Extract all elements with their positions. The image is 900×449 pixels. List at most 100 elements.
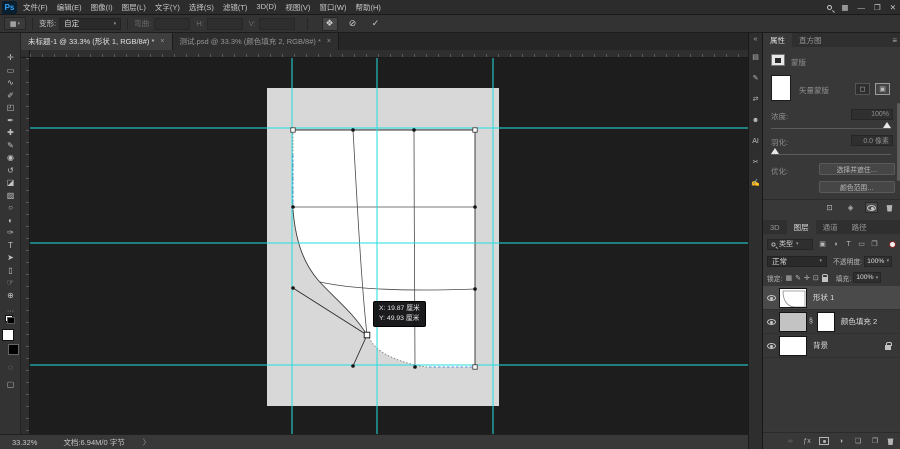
color-range-button[interactable]: 颜色范围…	[819, 181, 895, 193]
commit-transform-button[interactable]: ✓	[368, 17, 384, 31]
add-layer-mask-icon[interactable]	[819, 437, 829, 445]
link-layers-icon[interactable]: ∞	[785, 438, 795, 445]
gradient-tool[interactable]: ▨	[2, 190, 19, 203]
layer-name[interactable]: 颜色填充 2	[841, 316, 877, 327]
lasso-tool[interactable]: ∿	[2, 77, 19, 90]
brush-tool[interactable]: ✎	[2, 140, 19, 153]
minimize-button[interactable]: —	[857, 3, 865, 12]
layer-effects-icon[interactable]: ƒx	[802, 438, 812, 445]
menu-item[interactable]: 窗口(W)	[319, 2, 346, 13]
canvas[interactable]	[21, 50, 748, 434]
menu-item[interactable]: 视图(V)	[285, 2, 310, 13]
layer-filter-toggle[interactable]	[889, 240, 896, 248]
clone-stamp-tool[interactable]: ◉	[2, 152, 19, 165]
eraser-tool[interactable]: ◪	[2, 177, 19, 190]
mask-link-icon[interactable]: §	[809, 318, 813, 325]
menu-item[interactable]: 帮助(H)	[356, 2, 381, 13]
screen-mode-button[interactable]: ▢	[7, 380, 15, 389]
quick-selection-tool[interactable]: ✐	[2, 90, 19, 103]
tab-3D[interactable]: 3D	[763, 220, 787, 234]
layer-row-color-fill-2[interactable]: § 颜色填充 2	[763, 310, 900, 334]
layer-thumbnail[interactable]	[779, 287, 807, 308]
feather-slider[interactable]	[771, 148, 891, 155]
menu-item[interactable]: 编辑(E)	[57, 2, 82, 13]
vector-mask-thumbnail[interactable]	[771, 75, 791, 101]
feather-slider-knob[interactable]	[771, 148, 779, 154]
ruler-origin-box[interactable]	[21, 50, 30, 58]
expand-panels-icon[interactable]: «	[754, 36, 758, 43]
path-selection-tool[interactable]: ➤	[2, 252, 19, 265]
document-tab-test-psd[interactable]: 测试.psd @ 33.3% (颜色填充 2, RGB/8#) * ×	[172, 33, 339, 50]
new-layer-icon[interactable]: ❐	[870, 437, 880, 445]
menu-item[interactable]: 选择(S)	[189, 2, 214, 13]
tab-histogram[interactable]: 直方图	[792, 33, 829, 47]
select-and-mask-button[interactable]: 选择并遮住…	[819, 163, 895, 175]
layer-name[interactable]: 背景	[813, 340, 828, 351]
filter-shape-layers-icon[interactable]: ▭	[856, 239, 867, 250]
dodge-tool[interactable]: ◐	[2, 215, 19, 228]
menu-item[interactable]: 3D(D)	[256, 2, 276, 13]
foreground-color-swatch[interactable]	[2, 329, 14, 341]
load-selection-from-mask-icon[interactable]: ⊡	[823, 202, 836, 213]
document-tab-untitled[interactable]: 未标题-1 @ 33.3% (形状 1, RGB/8#) * ×	[21, 33, 173, 50]
spot-healing-brush-tool[interactable]: ✚	[2, 127, 19, 140]
tab-properties[interactable]: 属性	[763, 33, 792, 47]
menu-item[interactable]: 图层(L)	[122, 2, 146, 13]
feather-value[interactable]: 0.0 像素	[851, 135, 893, 146]
hand-tool[interactable]: ☞	[2, 277, 19, 290]
rectangle-tool[interactable]: ▯	[2, 265, 19, 278]
mask-visibility-icon[interactable]	[865, 202, 878, 213]
density-slider[interactable]	[771, 122, 891, 129]
layer-filter-dropdown[interactable]: 类型 ▾	[767, 238, 813, 250]
pen-tool[interactable]: ✑	[2, 227, 19, 240]
warp-style-dropdown[interactable]: 自定 ▾	[59, 17, 122, 30]
actions-panel-icon[interactable]: ✂	[749, 154, 762, 170]
close-icon[interactable]: ×	[327, 38, 331, 45]
add-pixel-mask-button[interactable]: ◻	[855, 83, 870, 95]
tool-preset-button[interactable]: ▦ ▾	[4, 17, 26, 30]
panel-menu-icon[interactable]: ≡	[892, 36, 897, 45]
zoom-level-field[interactable]: 33.32%	[12, 438, 37, 447]
horizontal-ruler[interactable]	[30, 50, 748, 58]
blur-tool[interactable]: ○	[2, 202, 19, 215]
type-tool[interactable]: T	[2, 240, 19, 253]
ai-panel-icon[interactable]: AI	[749, 133, 762, 149]
search-icon[interactable]	[827, 5, 833, 10]
filter-smart-objects-icon[interactable]: ❐	[869, 239, 880, 250]
opacity-field[interactable]: 100% ▾	[864, 255, 893, 267]
menu-item[interactable]: 文件(F)	[23, 2, 48, 13]
add-vector-mask-button[interactable]: ▣	[875, 83, 890, 95]
apply-mask-icon[interactable]: ◈	[844, 202, 857, 213]
layer-name[interactable]: 形状 1	[813, 292, 834, 303]
tool-presets-panel-icon[interactable]: ✍	[749, 175, 762, 191]
layer-mask-thumbnail[interactable]	[816, 311, 835, 332]
history-brush-tool[interactable]: ↺	[2, 165, 19, 178]
swatches-panel-icon[interactable]: ▤	[749, 49, 762, 65]
brush-settings-panel-icon[interactable]: ✎	[749, 70, 762, 86]
filter-type-layers-icon[interactable]: T	[843, 239, 854, 250]
new-group-icon[interactable]: ❏	[853, 437, 863, 445]
mask-visibility-icon[interactable]	[867, 204, 876, 211]
blend-mode-dropdown[interactable]: 正常 ▾	[767, 255, 827, 267]
visibility-eye-icon[interactable]	[766, 342, 776, 349]
vertical-ruler[interactable]	[21, 58, 30, 434]
filter-adjustment-layers-icon[interactable]: ◑	[830, 239, 841, 250]
zoom-tool[interactable]: ⊕	[2, 290, 19, 303]
new-adjustment-layer-icon[interactable]: ◑	[836, 438, 846, 445]
visibility-eye-icon[interactable]	[766, 318, 776, 325]
fill-field[interactable]: 100% ▾	[853, 272, 882, 283]
filter-pixel-layers-icon[interactable]: ▣	[817, 239, 828, 250]
menu-item[interactable]: 滤镜(T)	[223, 2, 248, 13]
crop-tool[interactable]: ◰	[2, 102, 19, 115]
edit-toolbar-button[interactable]: ···	[0, 308, 21, 315]
lock-artboard-icon[interactable]: ⊡	[813, 274, 819, 282]
move-tool[interactable]: ✛	[2, 52, 19, 65]
visibility-eye-icon[interactable]	[766, 294, 776, 301]
delete-mask-icon[interactable]	[886, 205, 893, 212]
maximize-button[interactable]: ❐	[874, 3, 881, 12]
layer-row-shape-1[interactable]: 形状 1	[763, 286, 900, 310]
density-value[interactable]: 100%	[851, 109, 893, 120]
tab-通道[interactable]: 通道	[816, 220, 845, 234]
cancel-transform-button[interactable]: ⊘	[345, 17, 361, 31]
tab-路径[interactable]: 路径	[845, 220, 874, 234]
